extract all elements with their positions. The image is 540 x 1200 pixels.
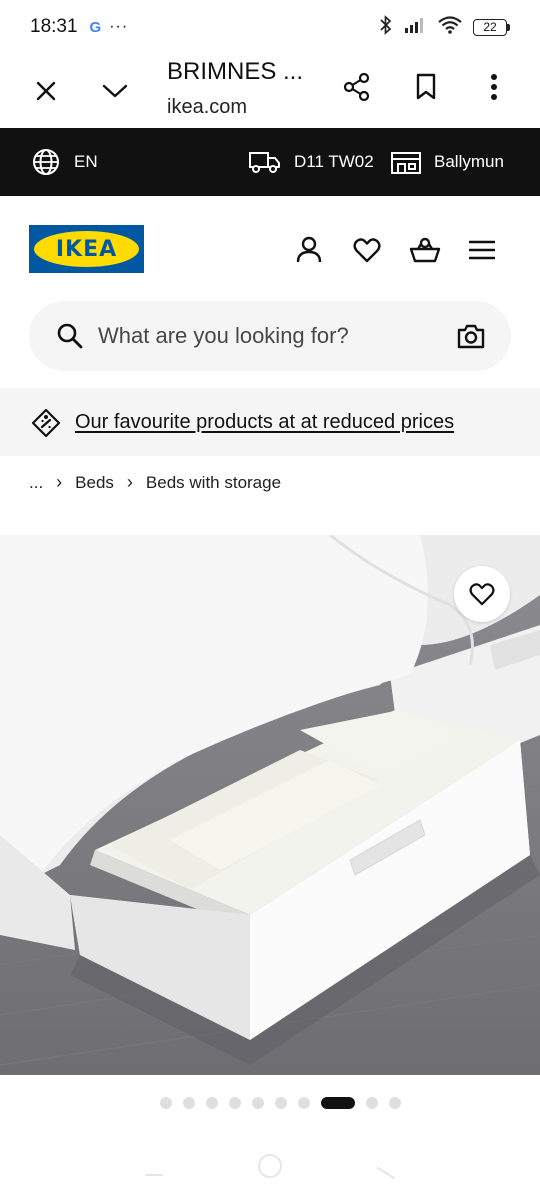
home-gesture-hint bbox=[258, 1154, 282, 1178]
pagination-dot[interactable] bbox=[252, 1097, 264, 1109]
chevron-down-icon bbox=[102, 84, 128, 98]
search-input[interactable]: What are you looking for? bbox=[29, 301, 511, 371]
close-icon bbox=[36, 81, 56, 101]
status-time: 18:31 bbox=[30, 16, 78, 37]
save-to-list-button[interactable] bbox=[454, 566, 510, 622]
account-button[interactable] bbox=[289, 230, 329, 270]
image-pagination bbox=[160, 1097, 401, 1109]
breadcrumb-item-beds[interactable]: Beds bbox=[75, 473, 114, 493]
page-domain[interactable]: ikea.com bbox=[167, 96, 247, 119]
breadcrumb-item-beds-with-storage[interactable]: Beds with storage bbox=[146, 473, 281, 493]
language-selector[interactable]: EN bbox=[32, 148, 98, 176]
site-header: IKEA bbox=[0, 196, 540, 300]
bookmark-button[interactable] bbox=[404, 65, 448, 109]
store-selector[interactable]: Ballymun bbox=[390, 149, 504, 175]
pagination-dot[interactable] bbox=[275, 1097, 287, 1109]
pagination-dot[interactable] bbox=[206, 1097, 218, 1109]
wifi-icon bbox=[437, 15, 463, 40]
heart-icon bbox=[469, 583, 495, 606]
more-vertical-icon bbox=[491, 74, 497, 100]
close-tab-button[interactable] bbox=[24, 69, 68, 113]
battery-level: 22 bbox=[483, 20, 497, 34]
chevron-right-icon: › bbox=[56, 472, 63, 492]
store-label: Ballymun bbox=[434, 152, 504, 171]
product-image[interactable] bbox=[0, 535, 540, 1075]
language-label: EN bbox=[74, 152, 98, 171]
bluetooth-icon bbox=[379, 14, 393, 40]
chevron-right-icon: › bbox=[126, 472, 133, 492]
pagination-dot[interactable] bbox=[389, 1097, 401, 1109]
status-bar: 18:31 G ··· 22 bbox=[0, 0, 540, 54]
battery-icon: 22 bbox=[473, 18, 510, 36]
gesture-navigation-bar bbox=[0, 1140, 540, 1200]
delivery-postcode[interactable]: D11 TW02 bbox=[248, 149, 374, 175]
minimize-button[interactable] bbox=[93, 69, 137, 113]
store-icon bbox=[391, 152, 421, 174]
promo-link[interactable]: Our favourite products at at reduced pri… bbox=[75, 411, 454, 434]
signal-icon bbox=[403, 16, 427, 39]
status-more-icon: ··· bbox=[109, 18, 129, 35]
page-title: BRIMNES ... bbox=[167, 58, 304, 85]
wishlist-button[interactable] bbox=[347, 230, 387, 270]
location-bar: EN D11 TW02 Ballymun bbox=[0, 128, 540, 196]
pagination-dot[interactable] bbox=[366, 1097, 378, 1109]
recents-gesture-hint bbox=[377, 1167, 395, 1179]
pagination-dot[interactable] bbox=[160, 1097, 172, 1109]
basket-button[interactable] bbox=[405, 230, 445, 270]
share-button[interactable] bbox=[335, 65, 379, 109]
delivery-truck-icon bbox=[249, 152, 280, 173]
basket-icon bbox=[409, 237, 441, 263]
promo-banner: Our favourite products at at reduced pri… bbox=[0, 388, 540, 456]
pagination-dot[interactable] bbox=[183, 1097, 195, 1109]
heart-icon bbox=[353, 238, 381, 263]
browser-toolbar: BRIMNES ... ikea.com bbox=[0, 54, 540, 128]
share-icon bbox=[343, 72, 370, 102]
more-options-button[interactable] bbox=[472, 65, 516, 109]
google-icon: G bbox=[89, 18, 102, 36]
bookmark-icon bbox=[416, 73, 436, 100]
camera-search-icon[interactable] bbox=[457, 323, 485, 349]
ikea-logo[interactable]: IKEA bbox=[29, 225, 144, 273]
breadcrumb-ellipsis[interactable]: ... bbox=[29, 473, 43, 493]
menu-button[interactable] bbox=[462, 230, 502, 270]
hamburger-menu-icon bbox=[469, 240, 495, 260]
pagination-dot[interactable] bbox=[298, 1097, 310, 1109]
user-icon bbox=[296, 236, 322, 263]
breadcrumb: ... › Beds › Beds with storage bbox=[29, 472, 281, 493]
postcode-label: D11 TW02 bbox=[294, 152, 374, 171]
pagination-dot[interactable] bbox=[229, 1097, 241, 1109]
search-icon bbox=[57, 323, 83, 349]
search-placeholder: What are you looking for? bbox=[98, 323, 349, 348]
globe-icon bbox=[33, 149, 59, 175]
price-tag-icon bbox=[31, 408, 61, 438]
pagination-dot-active[interactable] bbox=[321, 1097, 355, 1109]
logo-text: IKEA bbox=[55, 236, 118, 262]
